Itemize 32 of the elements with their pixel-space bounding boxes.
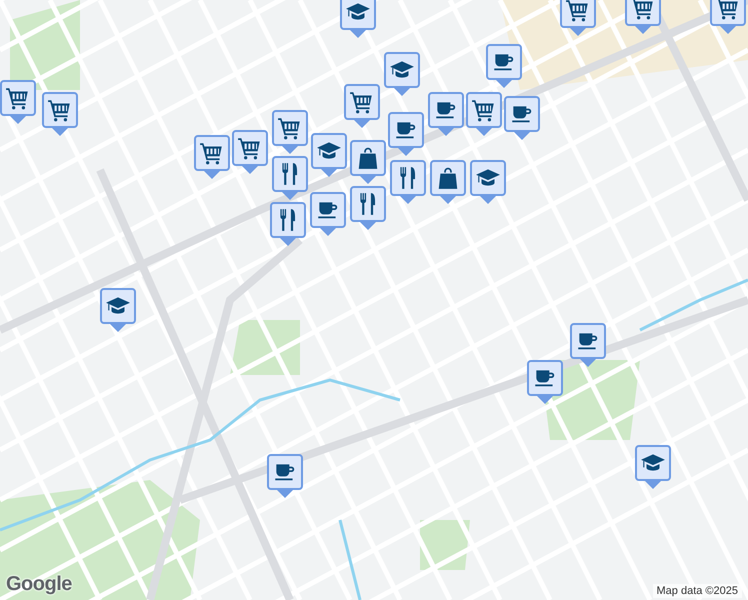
map-pin[interactable]	[100, 288, 136, 332]
map-logo: Google	[6, 573, 72, 596]
map-pin[interactable]	[466, 92, 502, 136]
map-pin[interactable]	[635, 445, 671, 489]
map-pin[interactable]	[232, 130, 268, 174]
map-pin[interactable]	[486, 44, 522, 88]
map-pin[interactable]	[527, 360, 563, 404]
map-pin[interactable]	[428, 92, 464, 136]
map-pin[interactable]	[560, 0, 596, 36]
map-pin[interactable]	[570, 323, 606, 367]
map-pin[interactable]	[340, 0, 376, 38]
map-attribution: Map data ©2025	[652, 584, 742, 598]
map-pin[interactable]	[344, 84, 380, 128]
map-pin[interactable]	[310, 192, 346, 236]
map-pin[interactable]	[194, 135, 230, 179]
map-pin[interactable]	[625, 0, 661, 34]
map-pin[interactable]	[267, 454, 303, 498]
map-pin[interactable]	[311, 133, 347, 177]
map-pin[interactable]	[388, 112, 424, 156]
map-pin[interactable]	[710, 0, 746, 34]
map-pin[interactable]	[270, 202, 306, 246]
map-pin[interactable]	[430, 160, 466, 204]
map-pin[interactable]	[42, 92, 78, 136]
map-pin[interactable]	[390, 160, 426, 204]
map-pin[interactable]	[272, 156, 308, 200]
map-pin[interactable]	[350, 140, 386, 184]
map-pin[interactable]	[470, 160, 506, 204]
map-pin[interactable]	[504, 96, 540, 140]
map-pin[interactable]	[272, 110, 308, 154]
map-pin[interactable]	[350, 186, 386, 230]
map-pin[interactable]	[384, 52, 420, 96]
map-pin[interactable]	[0, 80, 36, 124]
